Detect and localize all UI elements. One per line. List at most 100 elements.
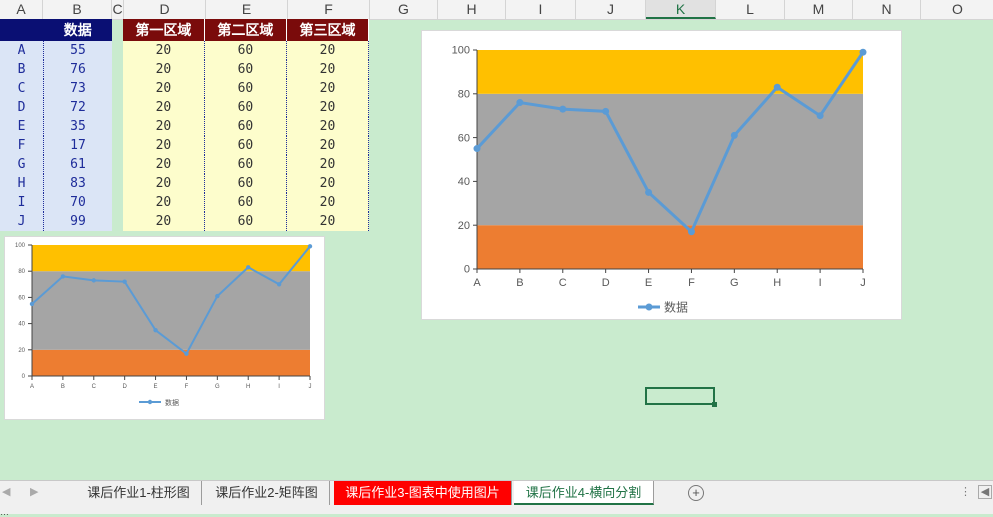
column-header-f[interactable]: F <box>288 0 370 19</box>
data-point[interactable] <box>215 293 220 299</box>
region-cell[interactable]: 20 <box>123 212 205 231</box>
value-cell[interactable]: 55 <box>43 41 112 60</box>
data-point[interactable] <box>773 83 781 91</box>
data-point[interactable] <box>29 301 35 307</box>
data-point[interactable] <box>184 351 189 356</box>
value-cell[interactable]: 17 <box>43 136 112 155</box>
data-point[interactable] <box>60 274 66 279</box>
region-header[interactable]: 第二区域 <box>204 19 287 41</box>
region-cell[interactable]: 20 <box>286 155 370 174</box>
value-cell[interactable]: 61 <box>43 155 112 174</box>
region-cell[interactable]: 60 <box>204 98 287 117</box>
data-point[interactable] <box>122 279 127 284</box>
data-point[interactable] <box>307 244 313 249</box>
region-cell[interactable]: 60 <box>204 117 287 136</box>
data-point[interactable] <box>559 105 567 113</box>
small-line-chart[interactable]: 0 20 40 60 80 100 A B C D E F G H I J 数据 <box>4 236 325 420</box>
region-cell[interactable]: 60 <box>204 79 287 98</box>
region-cell[interactable]: 60 <box>204 212 287 231</box>
column-header-i[interactable]: I <box>506 0 576 19</box>
data-point[interactable] <box>516 99 524 107</box>
add-sheet-icon[interactable]: + <box>688 485 704 501</box>
column-header-d[interactable]: D <box>124 0 206 19</box>
region-cell[interactable]: 60 <box>204 193 287 212</box>
label-cell[interactable]: J <box>0 212 44 231</box>
region-cell[interactable]: 20 <box>123 79 205 98</box>
label-cell[interactable]: H <box>0 174 44 193</box>
region-cell[interactable]: 20 <box>286 193 370 212</box>
large-line-chart[interactable]: 0 20 40 60 80 100 A B C D E F G H I J 数据 <box>421 30 902 320</box>
value-cell[interactable]: 72 <box>43 98 112 117</box>
data-point[interactable] <box>153 327 158 333</box>
region-cell[interactable]: 20 <box>286 212 370 231</box>
value-cell[interactable]: 76 <box>43 60 112 79</box>
region-cell[interactable]: 60 <box>204 155 287 174</box>
more-options-icon[interactable]: ⋮ <box>960 485 971 498</box>
sheet-tab-2[interactable]: 课后作业2-矩阵图 <box>204 481 330 505</box>
data-point[interactable] <box>859 48 867 56</box>
value-cell[interactable]: 73 <box>43 79 112 98</box>
region-header[interactable]: 第三区域 <box>286 19 370 41</box>
data-point[interactable] <box>246 265 251 270</box>
region-cell[interactable]: 20 <box>123 117 205 136</box>
tab-scroll-right-icon[interactable]: ▶ <box>30 485 38 498</box>
data-point[interactable] <box>687 228 695 236</box>
column-header-l[interactable]: L <box>716 0 785 19</box>
data-point[interactable] <box>602 107 610 115</box>
column-header-e[interactable]: E <box>206 0 288 19</box>
sheet-tab-1[interactable]: 课后作业1-柱形图 <box>76 481 202 505</box>
label-cell[interactable]: I <box>0 193 44 212</box>
table-header-data[interactable]: 数据 <box>43 19 112 41</box>
column-header-g[interactable]: G <box>370 0 438 19</box>
column-header-j[interactable]: J <box>576 0 646 19</box>
region-cell[interactable]: 20 <box>286 79 370 98</box>
data-point[interactable] <box>730 131 738 139</box>
label-cell[interactable]: D <box>0 98 44 117</box>
column-header-b[interactable]: B <box>43 0 112 19</box>
column-header-a[interactable]: A <box>0 0 43 19</box>
label-cell[interactable]: G <box>0 155 44 174</box>
region-cell[interactable]: 20 <box>123 136 205 155</box>
region-cell[interactable]: 60 <box>204 41 287 60</box>
region-cell[interactable]: 20 <box>286 60 370 79</box>
column-header-m[interactable]: M <box>785 0 853 19</box>
sheet-tab-4[interactable]: 课后作业4-横向分割 <box>514 481 654 505</box>
region-cell[interactable]: 20 <box>123 60 205 79</box>
selected-cell[interactable] <box>645 387 717 407</box>
region-cell[interactable]: 60 <box>204 60 287 79</box>
region-cell[interactable]: 20 <box>123 155 205 174</box>
value-cell[interactable]: 35 <box>43 117 112 136</box>
data-point[interactable] <box>276 282 282 287</box>
data-point[interactable] <box>645 188 653 196</box>
region-cell[interactable]: 20 <box>286 98 370 117</box>
tab-scroll-left-icon[interactable]: ◀ <box>2 485 10 498</box>
column-header-n[interactable]: N <box>853 0 921 19</box>
value-cell[interactable]: 70 <box>43 193 112 212</box>
column-header-h[interactable]: H <box>438 0 506 19</box>
label-cell[interactable]: F <box>0 136 44 155</box>
value-cell[interactable]: 83 <box>43 174 112 193</box>
column-header-c[interactable]: C <box>112 0 124 19</box>
region-cell[interactable]: 20 <box>123 193 205 212</box>
region-cell[interactable]: 20 <box>286 136 370 155</box>
region-cell[interactable]: 60 <box>204 174 287 193</box>
data-point[interactable] <box>473 145 481 153</box>
region-cell[interactable]: 20 <box>286 41 370 60</box>
label-cell[interactable]: C <box>0 79 44 98</box>
region-cell[interactable]: 20 <box>123 174 205 193</box>
region-cell[interactable]: 20 <box>286 174 370 193</box>
label-cell[interactable]: A <box>0 41 44 60</box>
data-point[interactable] <box>816 112 824 120</box>
region-cell[interactable]: 60 <box>204 136 287 155</box>
label-cell[interactable]: B <box>0 60 44 79</box>
data-point[interactable] <box>91 278 96 283</box>
scroll-left-icon[interactable]: ◀ <box>978 485 992 499</box>
column-header-k[interactable]: K <box>646 0 716 19</box>
sheet-tab-3[interactable]: 课后作业3-图表中使用图片 <box>334 481 512 505</box>
region-cell[interactable]: 20 <box>286 117 370 136</box>
label-cell[interactable]: E <box>0 117 44 136</box>
region-cell[interactable]: 20 <box>123 41 205 60</box>
region-header[interactable]: 第一区域 <box>123 19 205 41</box>
value-cell[interactable]: 99 <box>43 212 112 231</box>
column-header-o[interactable]: O <box>921 0 993 19</box>
